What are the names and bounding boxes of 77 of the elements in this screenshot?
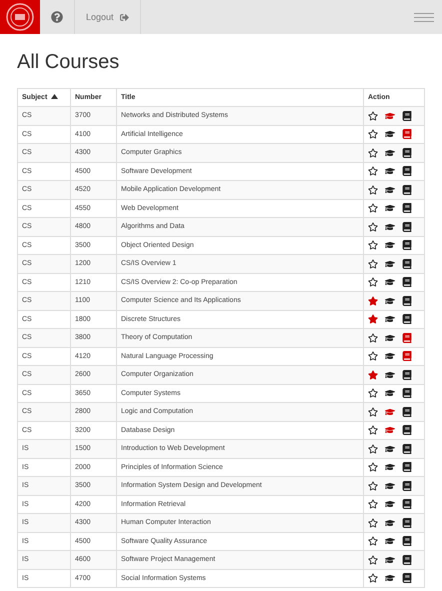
star-icon[interactable] <box>368 388 378 398</box>
book-icon[interactable] <box>402 148 412 158</box>
graduation-cap-icon[interactable] <box>385 258 395 269</box>
star-icon[interactable] <box>368 518 378 528</box>
graduation-cap-icon[interactable] <box>385 518 395 528</box>
book-icon[interactable] <box>402 184 412 195</box>
star-icon[interactable] <box>368 499 378 510</box>
page-title: All Courses <box>17 51 120 74</box>
graduation-cap-icon[interactable] <box>385 240 395 250</box>
book-icon[interactable] <box>402 499 412 510</box>
graduation-cap-icon[interactable] <box>385 296 395 306</box>
star-icon[interactable] <box>368 480 378 491</box>
star-icon[interactable] <box>368 425 378 436</box>
star-icon[interactable] <box>368 129 378 140</box>
book-icon[interactable] <box>402 406 412 417</box>
book-icon[interactable] <box>402 425 412 436</box>
book-icon[interactable] <box>402 518 412 528</box>
book-icon[interactable] <box>402 536 412 546</box>
star-icon[interactable] <box>368 351 378 362</box>
graduation-cap-icon[interactable] <box>385 573 395 584</box>
seal-logo[interactable] <box>6 3 34 31</box>
book-icon[interactable] <box>402 314 412 324</box>
star-icon[interactable] <box>368 296 378 306</box>
star-icon[interactable] <box>368 110 378 121</box>
book-icon[interactable] <box>402 296 412 306</box>
graduation-cap-icon[interactable] <box>385 480 395 491</box>
book-icon[interactable] <box>402 222 412 232</box>
book-icon[interactable] <box>402 554 412 565</box>
graduation-cap-icon[interactable] <box>385 370 395 380</box>
star-icon[interactable] <box>368 554 378 565</box>
graduation-cap-icon[interactable] <box>385 184 395 195</box>
star-icon[interactable] <box>368 314 378 324</box>
graduation-cap-icon[interactable] <box>385 203 395 214</box>
star-icon[interactable] <box>368 277 378 288</box>
graduation-cap-icon[interactable] <box>385 554 395 565</box>
graduation-cap-icon[interactable] <box>385 166 395 176</box>
book-icon[interactable] <box>402 240 412 250</box>
book-icon[interactable] <box>402 462 412 472</box>
star-icon[interactable] <box>368 536 378 546</box>
star-icon[interactable] <box>368 184 378 195</box>
graduation-cap-icon[interactable] <box>385 277 395 288</box>
sort-up-icon <box>51 94 58 99</box>
star-icon[interactable] <box>368 203 378 214</box>
graduation-cap-icon[interactable] <box>385 222 395 232</box>
star-icon[interactable] <box>368 332 378 343</box>
graduation-cap-icon[interactable] <box>385 314 395 324</box>
book-icon[interactable] <box>402 444 412 454</box>
graduation-cap-icon[interactable] <box>385 388 395 398</box>
book-icon[interactable] <box>402 258 412 269</box>
graduation-cap-icon[interactable] <box>385 129 395 140</box>
book-icon[interactable] <box>402 480 412 491</box>
graduation-cap-icon[interactable] <box>385 351 395 362</box>
star-icon[interactable] <box>368 444 378 454</box>
graduation-cap-icon[interactable] <box>385 499 395 510</box>
star-icon[interactable] <box>368 222 378 232</box>
book-icon[interactable] <box>402 388 412 398</box>
star-icon[interactable] <box>368 148 378 158</box>
star-icon[interactable] <box>368 462 378 472</box>
book-icon[interactable] <box>402 277 412 288</box>
book-icon[interactable] <box>402 573 412 584</box>
book-icon[interactable] <box>402 166 412 176</box>
graduation-cap-icon[interactable] <box>385 462 395 472</box>
graduation-cap-icon[interactable] <box>385 148 395 158</box>
star-icon[interactable] <box>368 573 378 584</box>
star-icon[interactable] <box>368 406 378 417</box>
graduation-cap-icon[interactable] <box>385 332 395 343</box>
graduation-cap-icon[interactable] <box>385 444 395 454</box>
logout-link[interactable]: Logout <box>75 0 141 34</box>
star-icon[interactable] <box>368 370 378 380</box>
book-icon[interactable] <box>402 110 412 121</box>
star-icon[interactable] <box>368 258 378 269</box>
star-icon[interactable] <box>368 166 378 176</box>
book-icon[interactable] <box>402 203 412 214</box>
graduation-cap-icon[interactable] <box>385 536 395 546</box>
star-icon[interactable] <box>368 240 378 250</box>
book-icon[interactable] <box>402 370 412 380</box>
logout-icon[interactable] <box>120 12 129 22</box>
